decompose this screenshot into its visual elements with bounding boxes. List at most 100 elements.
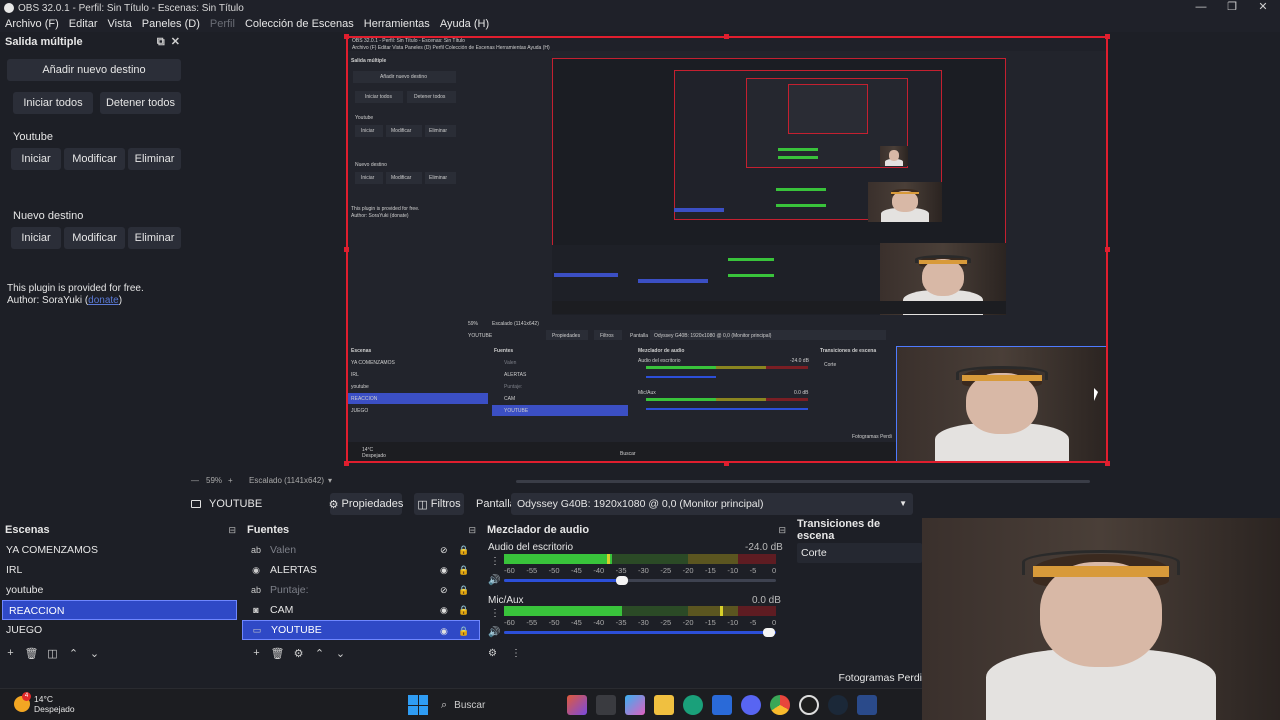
scene-item[interactable]: IRL — [0, 560, 240, 580]
new-target-start-button[interactable]: Iniciar — [11, 227, 61, 249]
weather-widget[interactable]: 4 14°C Despejado — [14, 692, 75, 714]
gear-icon[interactable]: ⚙ — [288, 647, 309, 660]
close-button[interactable]: ✕ — [1248, 0, 1278, 16]
chevron-down-icon: ▼ — [899, 499, 907, 508]
scene-item-selected[interactable]: REACCION — [2, 600, 237, 620]
speaker-icon[interactable]: 🔊 — [488, 575, 500, 586]
transition-select[interactable]: Corte — [797, 543, 922, 563]
transform-handle[interactable] — [344, 461, 349, 466]
donate-link[interactable]: donate — [88, 295, 119, 306]
lock-icon[interactable]: 🔒 — [458, 580, 469, 600]
transform-handle[interactable] — [1105, 461, 1110, 466]
preview-canvas[interactable]: OBS 32.0.1 - Perfil: Sin Título - Escena… — [346, 36, 1108, 463]
transform-handle[interactable] — [1105, 247, 1110, 252]
zoom-minus-icon[interactable]: — — [191, 476, 199, 485]
maximize-button[interactable]: ❐ — [1217, 0, 1247, 16]
mixer-settings-icon[interactable]: ⚙ — [488, 648, 497, 659]
youtube-start-button[interactable]: Iniciar — [11, 148, 61, 170]
lock-icon[interactable]: 🔒 — [458, 540, 469, 560]
kebab-menu-icon[interactable]: ⋮ — [490, 608, 500, 619]
mic-volume-slider[interactable] — [504, 628, 776, 637]
zoom-plus-icon[interactable]: + — [228, 476, 233, 485]
desktop-volume-slider[interactable] — [504, 576, 776, 585]
menu-archivo[interactable]: Archivo (F) — [0, 16, 64, 32]
move-up-icon[interactable]: ⌃ — [63, 647, 84, 660]
trash-icon[interactable]: 🗑 — [21, 647, 42, 660]
panel-menu-icon[interactable]: ⊟ — [778, 525, 786, 536]
lock-icon[interactable]: 🔒 — [458, 560, 469, 580]
task-view-icon[interactable] — [596, 695, 616, 715]
discord-icon[interactable] — [741, 695, 761, 715]
panel-menu-icon[interactable]: ⊟ — [468, 525, 476, 536]
undock-icon[interactable]: ⧉ — [157, 36, 165, 48]
edge-icon[interactable] — [683, 695, 703, 715]
preview-scrollbar[interactable] — [516, 480, 1090, 483]
move-down-icon[interactable]: ⌄ — [84, 647, 105, 660]
trash-icon[interactable]: 🗑 — [267, 647, 288, 660]
add-icon[interactable]: + — [0, 647, 21, 660]
copilot-icon[interactable] — [625, 695, 645, 715]
new-target-remove-button[interactable]: Eliminar — [128, 227, 181, 249]
chrome-icon[interactable] — [770, 695, 790, 715]
scene-item[interactable]: YA COMENZAMOS — [0, 540, 240, 560]
source-item-selected[interactable]: ▭ YOUTUBE ◉ 🔒 — [242, 620, 480, 640]
youtube-edit-button[interactable]: Modificar — [64, 148, 125, 170]
speaker-icon[interactable]: 🔊 — [488, 627, 500, 638]
start-all-button[interactable]: Iniciar todos — [13, 92, 93, 114]
add-destination-button[interactable]: Añadir nuevo destino — [7, 59, 181, 81]
eye-hidden-icon[interactable]: ⊘ — [440, 540, 448, 560]
menu-bar: Archivo (F) Editar Vista Paneles (D) Per… — [0, 16, 1280, 32]
menu-perfil[interactable]: Perfil — [205, 16, 240, 32]
source-item[interactable]: ◉ ALERTAS ◉ 🔒 — [242, 560, 480, 580]
store-icon[interactable] — [712, 695, 732, 715]
kebab-menu-icon[interactable]: ⋮ — [490, 556, 500, 567]
windows-start-icon[interactable] — [408, 695, 428, 715]
minimize-button[interactable]: — — [1186, 0, 1216, 16]
source-item[interactable]: ab Puntaje: ⊘ 🔒 — [242, 580, 480, 600]
add-icon[interactable]: + — [246, 647, 267, 660]
monitor-icon: ▭ — [252, 625, 262, 635]
menu-herramientas[interactable]: Herramientas — [359, 16, 435, 32]
transform-handle[interactable] — [1105, 34, 1110, 39]
mini-menubar: Archivo (F) Editar Vista Paneles (D) Per… — [348, 44, 1106, 51]
filters-button[interactable]: ◫ Filtros — [414, 493, 464, 515]
lock-icon[interactable]: 🔒 — [458, 600, 469, 620]
taskbar-search[interactable]: ⌕ Buscar — [437, 695, 567, 715]
scene-item[interactable]: youtube — [0, 580, 240, 600]
eye-icon[interactable]: ◉ — [440, 621, 448, 641]
move-up-icon[interactable]: ⌃ — [309, 647, 330, 660]
move-down-icon[interactable]: ⌄ — [330, 647, 351, 660]
menu-editar[interactable]: Editar — [64, 16, 103, 32]
stop-all-button[interactable]: Detener todos — [100, 92, 181, 114]
widgets-icon[interactable] — [567, 695, 587, 715]
transform-handle[interactable] — [344, 247, 349, 252]
menu-coleccion-escenas[interactable]: Colección de Escenas — [240, 16, 359, 32]
monitor-select[interactable]: Odyssey G40B: 1920x1080 @ 0,0 (Monitor p… — [511, 493, 913, 515]
source-item[interactable]: ab Valen ⊘ 🔒 — [242, 540, 480, 560]
transform-handle[interactable] — [724, 461, 729, 466]
transform-handle[interactable] — [344, 34, 349, 39]
properties-button[interactable]: ⚙ Propiedades — [329, 493, 403, 515]
lock-icon[interactable]: 🔒 — [458, 621, 469, 641]
preview-area[interactable]: OBS 32.0.1 - Perfil: Sin Título - Escena… — [186, 32, 1280, 487]
obs-icon[interactable] — [799, 695, 819, 715]
scale-dropdown-icon[interactable]: ▾ — [328, 476, 332, 485]
steam-icon[interactable] — [828, 695, 848, 715]
menu-ayuda[interactable]: Ayuda (H) — [435, 16, 494, 32]
eye-icon[interactable]: ◉ — [440, 560, 448, 580]
transform-handle[interactable] — [724, 34, 729, 39]
new-target-edit-button[interactable]: Modificar — [64, 227, 125, 249]
file-explorer-icon[interactable] — [654, 695, 674, 715]
scene-item[interactable]: JUEGO — [0, 620, 240, 640]
app-icon[interactable] — [857, 695, 877, 715]
menu-vista[interactable]: Vista — [103, 16, 137, 32]
eye-icon[interactable]: ◉ — [440, 600, 448, 620]
scene-filters-icon[interactable]: ◫ — [42, 647, 63, 660]
panel-menu-icon[interactable]: ⊟ — [228, 525, 236, 536]
menu-paneles[interactable]: Paneles (D) — [137, 16, 205, 32]
close-dock-icon[interactable]: ✕ — [171, 36, 180, 48]
eye-hidden-icon[interactable]: ⊘ — [440, 580, 448, 600]
kebab-menu-icon[interactable]: ⋮ — [511, 648, 521, 659]
youtube-remove-button[interactable]: Eliminar — [128, 148, 181, 170]
source-item[interactable]: ◙ CAM ◉ 🔒 — [242, 600, 480, 620]
